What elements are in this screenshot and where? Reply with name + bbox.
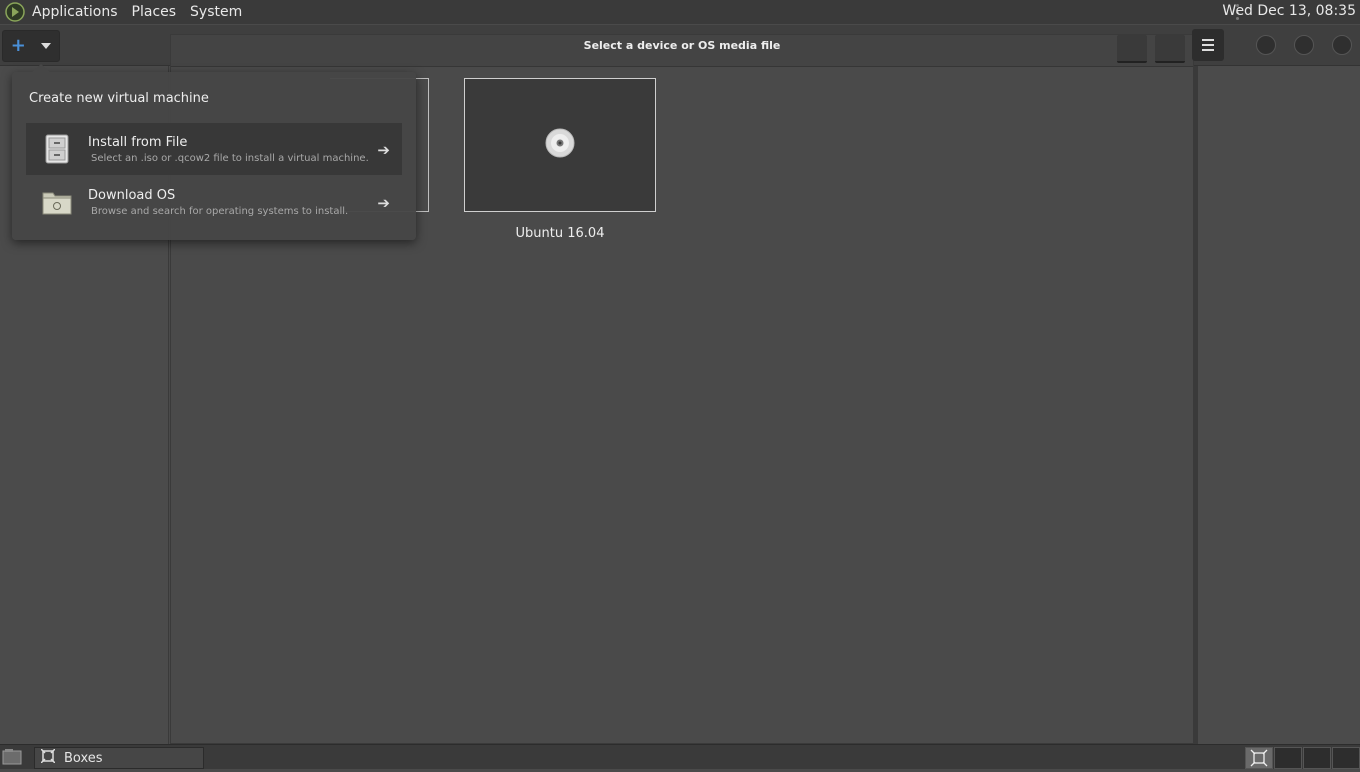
dialog-button-1[interactable]: [1117, 35, 1147, 63]
distro-logo-icon[interactable]: [4, 1, 26, 23]
plus-icon: +: [10, 35, 26, 56]
places-menu[interactable]: Places: [132, 4, 177, 20]
chevron-down-icon: [41, 43, 52, 49]
media-tile[interactable]: [464, 78, 656, 212]
show-desktop-icon[interactable]: [2, 748, 22, 766]
file-cabinet-icon: [42, 133, 72, 165]
install-from-file-item[interactable]: Install from File Select an .iso or .qco…: [26, 123, 402, 175]
dialog-button-2[interactable]: [1155, 35, 1185, 63]
taskbar-item-label: Boxes: [64, 750, 103, 766]
window-right-area: [1192, 66, 1360, 744]
folder-download-icon: [42, 186, 72, 218]
popover-title: Create new virtual machine: [29, 91, 209, 106]
forward-arrow-icon: ➔: [377, 194, 390, 212]
workspace-1[interactable]: [1245, 747, 1273, 769]
top-panel: Applications Places System Wed Dec 13, 0…: [0, 0, 1360, 25]
minimize-button[interactable]: [1256, 35, 1276, 55]
forward-arrow-icon: ➔: [377, 141, 390, 159]
applications-menu[interactable]: Applications: [32, 4, 118, 20]
install-from-file-description: Select an .iso or .qcow2 file to install…: [91, 152, 369, 164]
dialog-title: Select a device or OS media file: [171, 35, 1193, 67]
menu-icon: [1202, 39, 1214, 41]
download-os-description: Browse and search for operating systems …: [91, 205, 349, 217]
clock[interactable]: Wed Dec 13, 08:35: [1222, 3, 1356, 19]
workspace-4[interactable]: [1332, 747, 1360, 769]
taskbar-item-boxes[interactable]: Boxes: [34, 747, 204, 769]
install-from-file-label: Install from File: [88, 134, 188, 150]
bottom-panel: Boxes: [0, 744, 1360, 769]
download-os-item[interactable]: Download OS Browse and search for operat…: [26, 176, 402, 228]
workspace-3[interactable]: [1303, 747, 1331, 769]
media-tile-label: Ubuntu 16.04: [515, 226, 605, 241]
workspace-2[interactable]: [1274, 747, 1302, 769]
maximize-button[interactable]: [1294, 35, 1314, 55]
new-vm-button[interactable]: +: [2, 30, 60, 62]
new-vm-popover: Create new virtual machine Install from …: [12, 64, 416, 240]
close-button[interactable]: [1332, 35, 1352, 55]
window-controls: [1256, 35, 1352, 55]
system-menu[interactable]: System: [190, 4, 242, 20]
download-os-label: Download OS: [88, 187, 176, 203]
boxes-app-icon: [40, 748, 56, 767]
optical-disc-icon: [545, 128, 575, 162]
hamburger-menu-button[interactable]: [1192, 29, 1224, 61]
